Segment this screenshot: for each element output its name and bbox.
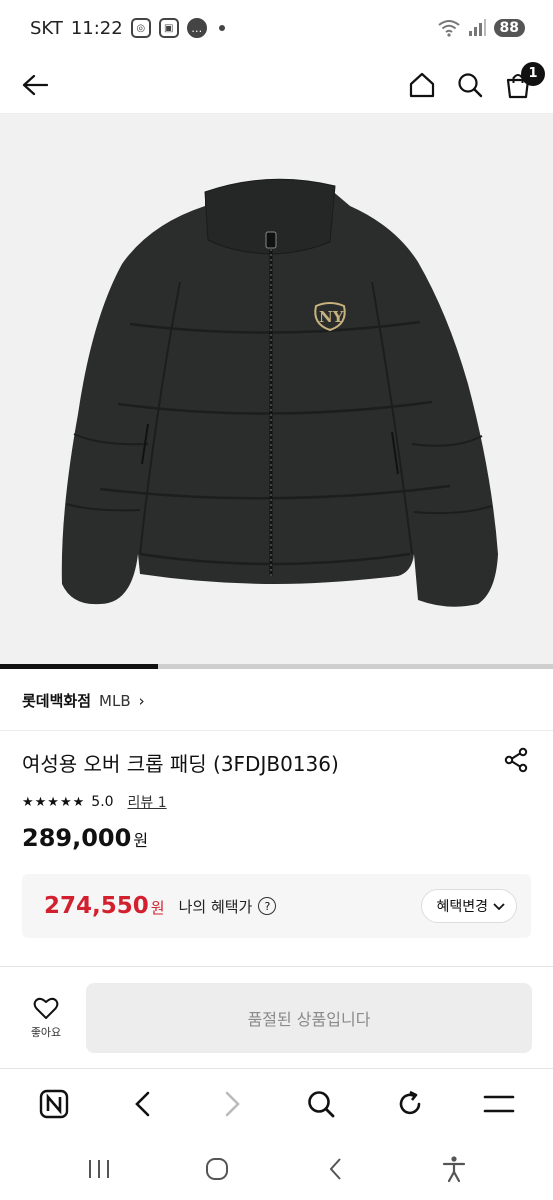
system-home-button[interactable]	[195, 1147, 239, 1191]
browser-back-button[interactable]	[121, 1082, 165, 1126]
battery-indicator: 88	[493, 19, 525, 37]
cart-count-badge: 1	[521, 61, 545, 86]
star-rating: ★★★★★	[22, 794, 86, 810]
share-icon	[504, 747, 528, 773]
ny-logo-icon: NY	[314, 302, 346, 332]
clock: 11:22	[70, 17, 123, 39]
search-icon	[308, 1090, 335, 1117]
benefit-price-value: 274,550	[44, 893, 149, 919]
brand-row[interactable]: 롯데백화점 MLB ›	[22, 690, 145, 711]
benefit-box: 274,550 원 나의 혜택가 ? 혜택변경	[22, 874, 531, 938]
benefit-price-unit: 원	[150, 899, 165, 917]
accessibility-button[interactable]	[432, 1147, 476, 1191]
status-right: 88	[437, 19, 525, 37]
price-unit: 원	[133, 831, 149, 850]
carrier-label: SKT	[30, 17, 63, 39]
more-notifications-dot	[218, 25, 225, 31]
browser-search-button[interactable]	[299, 1082, 343, 1126]
back-arrow-icon	[22, 74, 48, 95]
chevron-down-icon	[493, 903, 505, 911]
status-bar: SKT 11:22 ◎ ▣ … 88	[0, 0, 553, 56]
reload-icon	[399, 1090, 421, 1114]
home-button[interactable]	[405, 68, 439, 102]
browser-toolbar	[0, 1068, 553, 1138]
soldout-button[interactable]: 품절된 상품입니다	[86, 982, 532, 1053]
chevron-right-icon: ›	[138, 691, 145, 710]
recent-apps-icon	[89, 1160, 110, 1178]
accessibility-icon	[442, 1156, 465, 1183]
hamburger-menu-icon	[483, 1095, 514, 1112]
benefit-label: 나의 혜택가	[178, 897, 253, 916]
header-actions: 1	[405, 61, 545, 102]
like-label: 좋아요	[30, 1025, 62, 1039]
svg-text:NY: NY	[319, 308, 344, 326]
image-notification-icon: ▣	[158, 18, 179, 38]
rating-row: ★★★★★ 5.0 리뷰 1	[22, 792, 167, 812]
system-back-button[interactable]	[314, 1147, 358, 1191]
share-button[interactable]	[500, 744, 532, 776]
benefit-price: 274,550 원	[44, 893, 165, 919]
help-icon[interactable]: ?	[258, 897, 277, 915]
product-image[interactable]: NY	[0, 114, 553, 666]
like-button[interactable]: 좋아요	[22, 996, 70, 1040]
brand-link[interactable]: MLB	[99, 692, 131, 710]
browser-forward-button[interactable]	[210, 1082, 254, 1126]
system-nav-bar	[0, 1138, 553, 1200]
screen-capture-icon: ◎	[130, 18, 151, 38]
chevron-right-icon	[225, 1091, 240, 1116]
cart-button[interactable]: 1	[501, 61, 545, 102]
action-bar: 좋아요 품절된 상품입니다	[0, 966, 553, 1068]
back-button[interactable]	[18, 68, 52, 102]
rating-value: 5.0	[91, 794, 114, 810]
signal-icon	[468, 19, 486, 36]
naver-home-button[interactable]	[32, 1082, 76, 1126]
search-button[interactable]	[453, 68, 487, 102]
benefit-change-button[interactable]: 혜택변경	[421, 889, 517, 923]
price-value: 289,000	[22, 824, 132, 852]
puffer-jacket-image: NY	[61, 178, 499, 607]
reload-button[interactable]	[388, 1082, 432, 1126]
product-title: 여성용 오버 크롭 패딩 (3FDJB0136)	[22, 752, 339, 776]
search-icon	[458, 72, 483, 97]
chat-bubble-icon: …	[186, 18, 207, 38]
chevron-left-icon	[135, 1091, 150, 1116]
menu-button[interactable]	[477, 1082, 521, 1126]
home-circle-icon	[206, 1158, 229, 1180]
divider	[0, 730, 553, 731]
status-left: SKT 11:22 ◎ ▣ …	[30, 18, 225, 39]
system-back-icon	[329, 1158, 341, 1180]
heart-icon	[33, 997, 59, 1019]
naver-n-icon	[40, 1089, 69, 1118]
price: 289,000 원	[22, 824, 148, 852]
wifi-icon	[437, 20, 460, 37]
home-icon	[409, 72, 435, 97]
review-link[interactable]: 리뷰 1	[128, 792, 167, 812]
benefit-change-label: 혜택변경	[436, 899, 488, 915]
image-progress-bar	[0, 664, 553, 669]
recent-apps-button[interactable]	[77, 1147, 121, 1191]
app-header: 1	[0, 56, 553, 114]
image-progress-fill	[0, 664, 158, 669]
store-name[interactable]: 롯데백화점	[22, 690, 91, 711]
